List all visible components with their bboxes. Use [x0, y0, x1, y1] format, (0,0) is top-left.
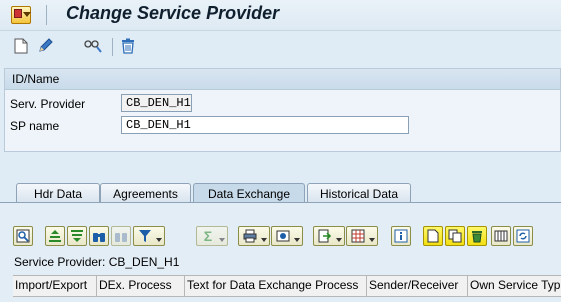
column-header-dex-process[interactable]: DEx. Process: [97, 276, 185, 296]
column-header-process-text[interactable]: Text for Data Exchange Process: [185, 276, 367, 296]
title-separator: [46, 5, 47, 25]
grid-caption: Service Provider: CB_DEN_H1: [14, 255, 180, 269]
tab-hdr-data[interactable]: Hdr Data: [16, 183, 100, 203]
id-name-panel: ID/Name: [4, 68, 561, 152]
find-next-icon[interactable]: [111, 226, 131, 246]
edit-pencil-icon[interactable]: [36, 37, 54, 55]
new-document-icon[interactable]: [12, 37, 30, 55]
details-icon[interactable]: [13, 226, 33, 246]
tab-agreements[interactable]: Agreements: [100, 183, 191, 203]
tab-data-exchange[interactable]: Data Exchange: [193, 183, 305, 203]
sort-descending-icon[interactable]: [67, 226, 87, 246]
delete-entry-icon[interactable]: [467, 226, 487, 246]
sort-ascending-icon[interactable]: [45, 226, 65, 246]
print-icon[interactable]: [238, 226, 270, 246]
find-binoculars-icon[interactable]: [89, 226, 109, 246]
tab-historical-data[interactable]: Historical Data: [307, 183, 411, 203]
serv-provider-label: Serv. Provider: [10, 97, 86, 111]
export-icon[interactable]: [313, 226, 345, 246]
display-change-icon[interactable]: [84, 37, 102, 55]
create-entry-icon[interactable]: [423, 226, 443, 246]
information-icon[interactable]: [391, 226, 411, 246]
sp-name-label: SP name: [10, 119, 60, 133]
title-bar: Change Service Provider: [0, 0, 561, 31]
layout-icon[interactable]: [346, 226, 378, 246]
copy-entry-icon[interactable]: [445, 226, 465, 246]
serv-provider-field: CB_DEN_H1: [121, 94, 192, 112]
column-header-import-export[interactable]: Import/Export: [13, 276, 97, 296]
select-layout-icon[interactable]: [491, 226, 511, 246]
tab-strip: Hdr Data Agreements Data Exchange Histor…: [0, 183, 561, 203]
toolbar-separator: [112, 38, 113, 56]
delete-trash-icon[interactable]: [119, 37, 137, 55]
refresh-icon[interactable]: [513, 226, 533, 246]
grid-header-row: Import/Export DEx. Process Text for Data…: [13, 275, 561, 297]
column-header-sender-receiver[interactable]: Sender/Receiver: [367, 276, 468, 296]
column-header-own-service-type[interactable]: Own Service Type: [468, 276, 561, 296]
filter-icon[interactable]: [133, 226, 165, 246]
panel-heading: ID/Name: [5, 69, 560, 90]
system-menu-icon[interactable]: [11, 6, 31, 24]
application-toolbar: [0, 31, 561, 63]
views-icon[interactable]: [271, 226, 303, 246]
sp-name-input[interactable]: CB_DEN_H1: [121, 116, 409, 134]
page-title: Change Service Provider: [66, 3, 280, 23]
sum-icon[interactable]: Σ: [196, 226, 228, 246]
